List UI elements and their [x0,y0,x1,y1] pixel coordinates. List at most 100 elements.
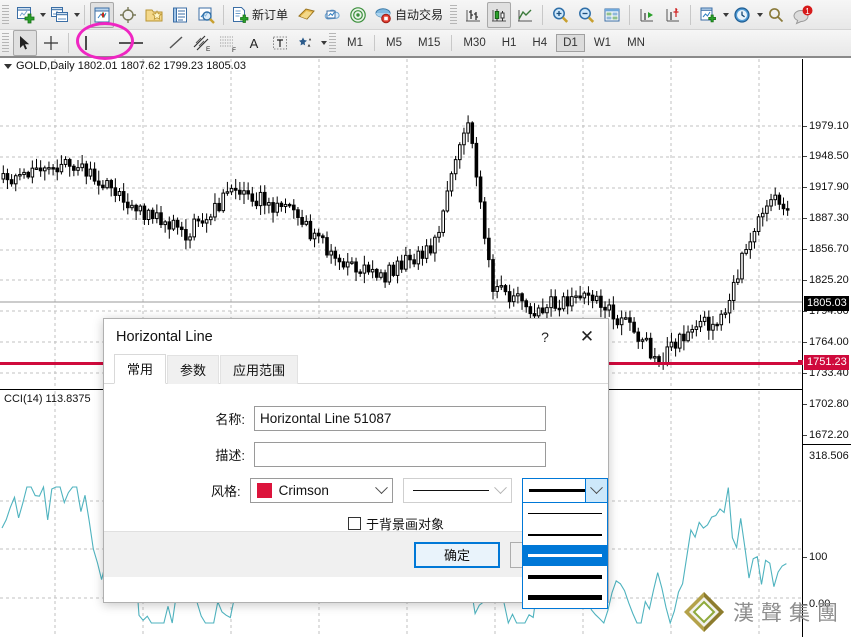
candle-body [387,264,392,283]
color-dropdown-arrow[interactable] [370,479,392,502]
metatrader-window: 新订单 自动交易 1 E F A M1 M5 M15 M30 H1 H4 D1 … [0,0,851,637]
candle-body [441,210,445,233]
ok-button[interactable]: 确定 [414,541,500,568]
dialog-tab-1[interactable]: 参数 [167,355,220,384]
candle-body [624,317,628,320]
cursor-tool[interactable] [13,30,37,56]
candle-body [200,220,205,224]
candlestick-chart-button[interactable] [487,1,512,28]
candle-body [561,296,566,310]
width-option-3[interactable] [523,545,607,566]
timeframe-h1[interactable]: H1 [495,34,524,52]
new-chart-button[interactable] [13,2,37,28]
horizontal-line-dialog[interactable]: Horizontal Line ? ✕ 常用参数应用范围 名称: 描述: 风格:… [103,318,609,609]
text-tool[interactable]: A [242,30,266,56]
candle-body [532,313,537,317]
period-caret-icon[interactable] [757,12,764,17]
candle-body [628,317,632,323]
auto-scroll-button[interactable] [661,2,685,28]
mql-community-button[interactable] [294,2,318,28]
horizontal-line-anchor[interactable] [798,360,803,365]
toolbar-grip[interactable] [2,33,9,53]
new-order-button[interactable]: 新订单 [229,2,292,28]
candle-body [34,167,39,170]
width-option-4[interactable] [523,566,607,587]
navigator-button[interactable] [142,2,166,28]
line-width-combobox[interactable] [522,478,608,503]
signals-button[interactable] [346,2,370,28]
trendline-tool[interactable] [164,30,188,56]
tile-windows-button[interactable] [600,2,624,28]
toolbar-grip[interactable] [450,4,458,25]
period-button[interactable] [730,2,754,28]
candle-body [296,209,300,218]
chart-menu-triangle-icon[interactable] [4,63,12,69]
objects-search-button[interactable] [764,2,788,28]
shapes-tool[interactable] [294,30,318,56]
candle-body [109,180,114,189]
strategy-tester-button[interactable] [194,2,218,28]
dialog-titlebar[interactable]: Horizontal Line ? ✕ [104,319,608,355]
fibonacci-icon: F [220,36,236,53]
line-chart-button[interactable] [513,2,537,28]
dialog-tab-0[interactable]: 常用 [114,354,167,384]
price-scale[interactable]: 1979.10 1948.50 1917.90 1887.30 1856.70 1825.… [802,59,851,637]
timeframe-mn[interactable]: MN [620,34,652,52]
candle-body [474,142,479,178]
shapes-icon [299,37,312,47]
candle-body [391,264,396,276]
market-button[interactable] [320,2,344,28]
description-input[interactable] [254,442,546,467]
timeframe-m1[interactable]: M1 [340,34,370,52]
zoom-out-button[interactable] [574,2,598,28]
indicators-button[interactable] [696,2,720,28]
candle-body [358,271,362,274]
timeframe-m15[interactable]: M15 [411,34,447,52]
crosshair-icon [120,6,136,23]
bar-chart-button[interactable] [461,2,485,28]
line-width-dropdown-arrow[interactable] [585,479,607,502]
line-width-dropdown-list[interactable] [522,503,608,609]
chart-shift-button[interactable] [635,2,659,28]
candle-body [96,180,101,186]
timeframe-w1[interactable]: W1 [587,34,618,52]
timeframe-m30[interactable]: M30 [456,34,492,52]
new-chart-caret-icon[interactable] [40,12,46,17]
color-combobox[interactable]: Crimson [249,478,393,503]
candle-body [9,179,14,185]
background-checkbox[interactable] [348,517,361,530]
line-style-combobox[interactable] [403,478,512,503]
text-label-tool[interactable] [268,30,292,56]
candle-body [300,216,304,225]
width-option-5[interactable] [523,587,607,608]
timeframe-h4[interactable]: H4 [525,34,554,52]
timeframe-m5[interactable]: M5 [379,34,409,52]
width-option-2[interactable] [523,524,607,545]
chart-profiles-caret-icon[interactable] [74,12,80,17]
crosshair-tool[interactable] [39,30,63,56]
data-window-button[interactable] [168,2,192,28]
zoom-in-button[interactable] [548,2,572,28]
candle-body [453,159,458,175]
dialog-tab-2[interactable]: 应用范围 [220,355,299,384]
shapes-caret-icon[interactable] [321,41,327,45]
candle-body [524,300,529,308]
timeframe-d1[interactable]: D1 [556,34,585,52]
name-input[interactable] [254,406,546,431]
alerts-button[interactable]: 1 [790,2,816,28]
toolbar-grip[interactable] [329,33,336,53]
line-style-dropdown-arrow[interactable] [489,479,511,502]
indicators-caret-icon[interactable] [723,12,730,17]
width-option-1[interactable] [523,503,607,524]
candle-body [84,163,89,177]
chart-profiles-button[interactable] [47,2,71,28]
candle-body [105,180,109,189]
line-style-preview [413,490,489,491]
toolbar-grip[interactable] [2,4,9,25]
equidistant-channel-tool[interactable]: E [190,30,214,56]
candle-body [117,191,122,196]
dialog-close-button[interactable]: ✕ [566,320,608,354]
dialog-help-button[interactable]: ? [524,320,566,354]
fibonacci-tool[interactable]: F [216,30,240,56]
auto-trading-button[interactable]: 自动交易 [372,2,447,28]
